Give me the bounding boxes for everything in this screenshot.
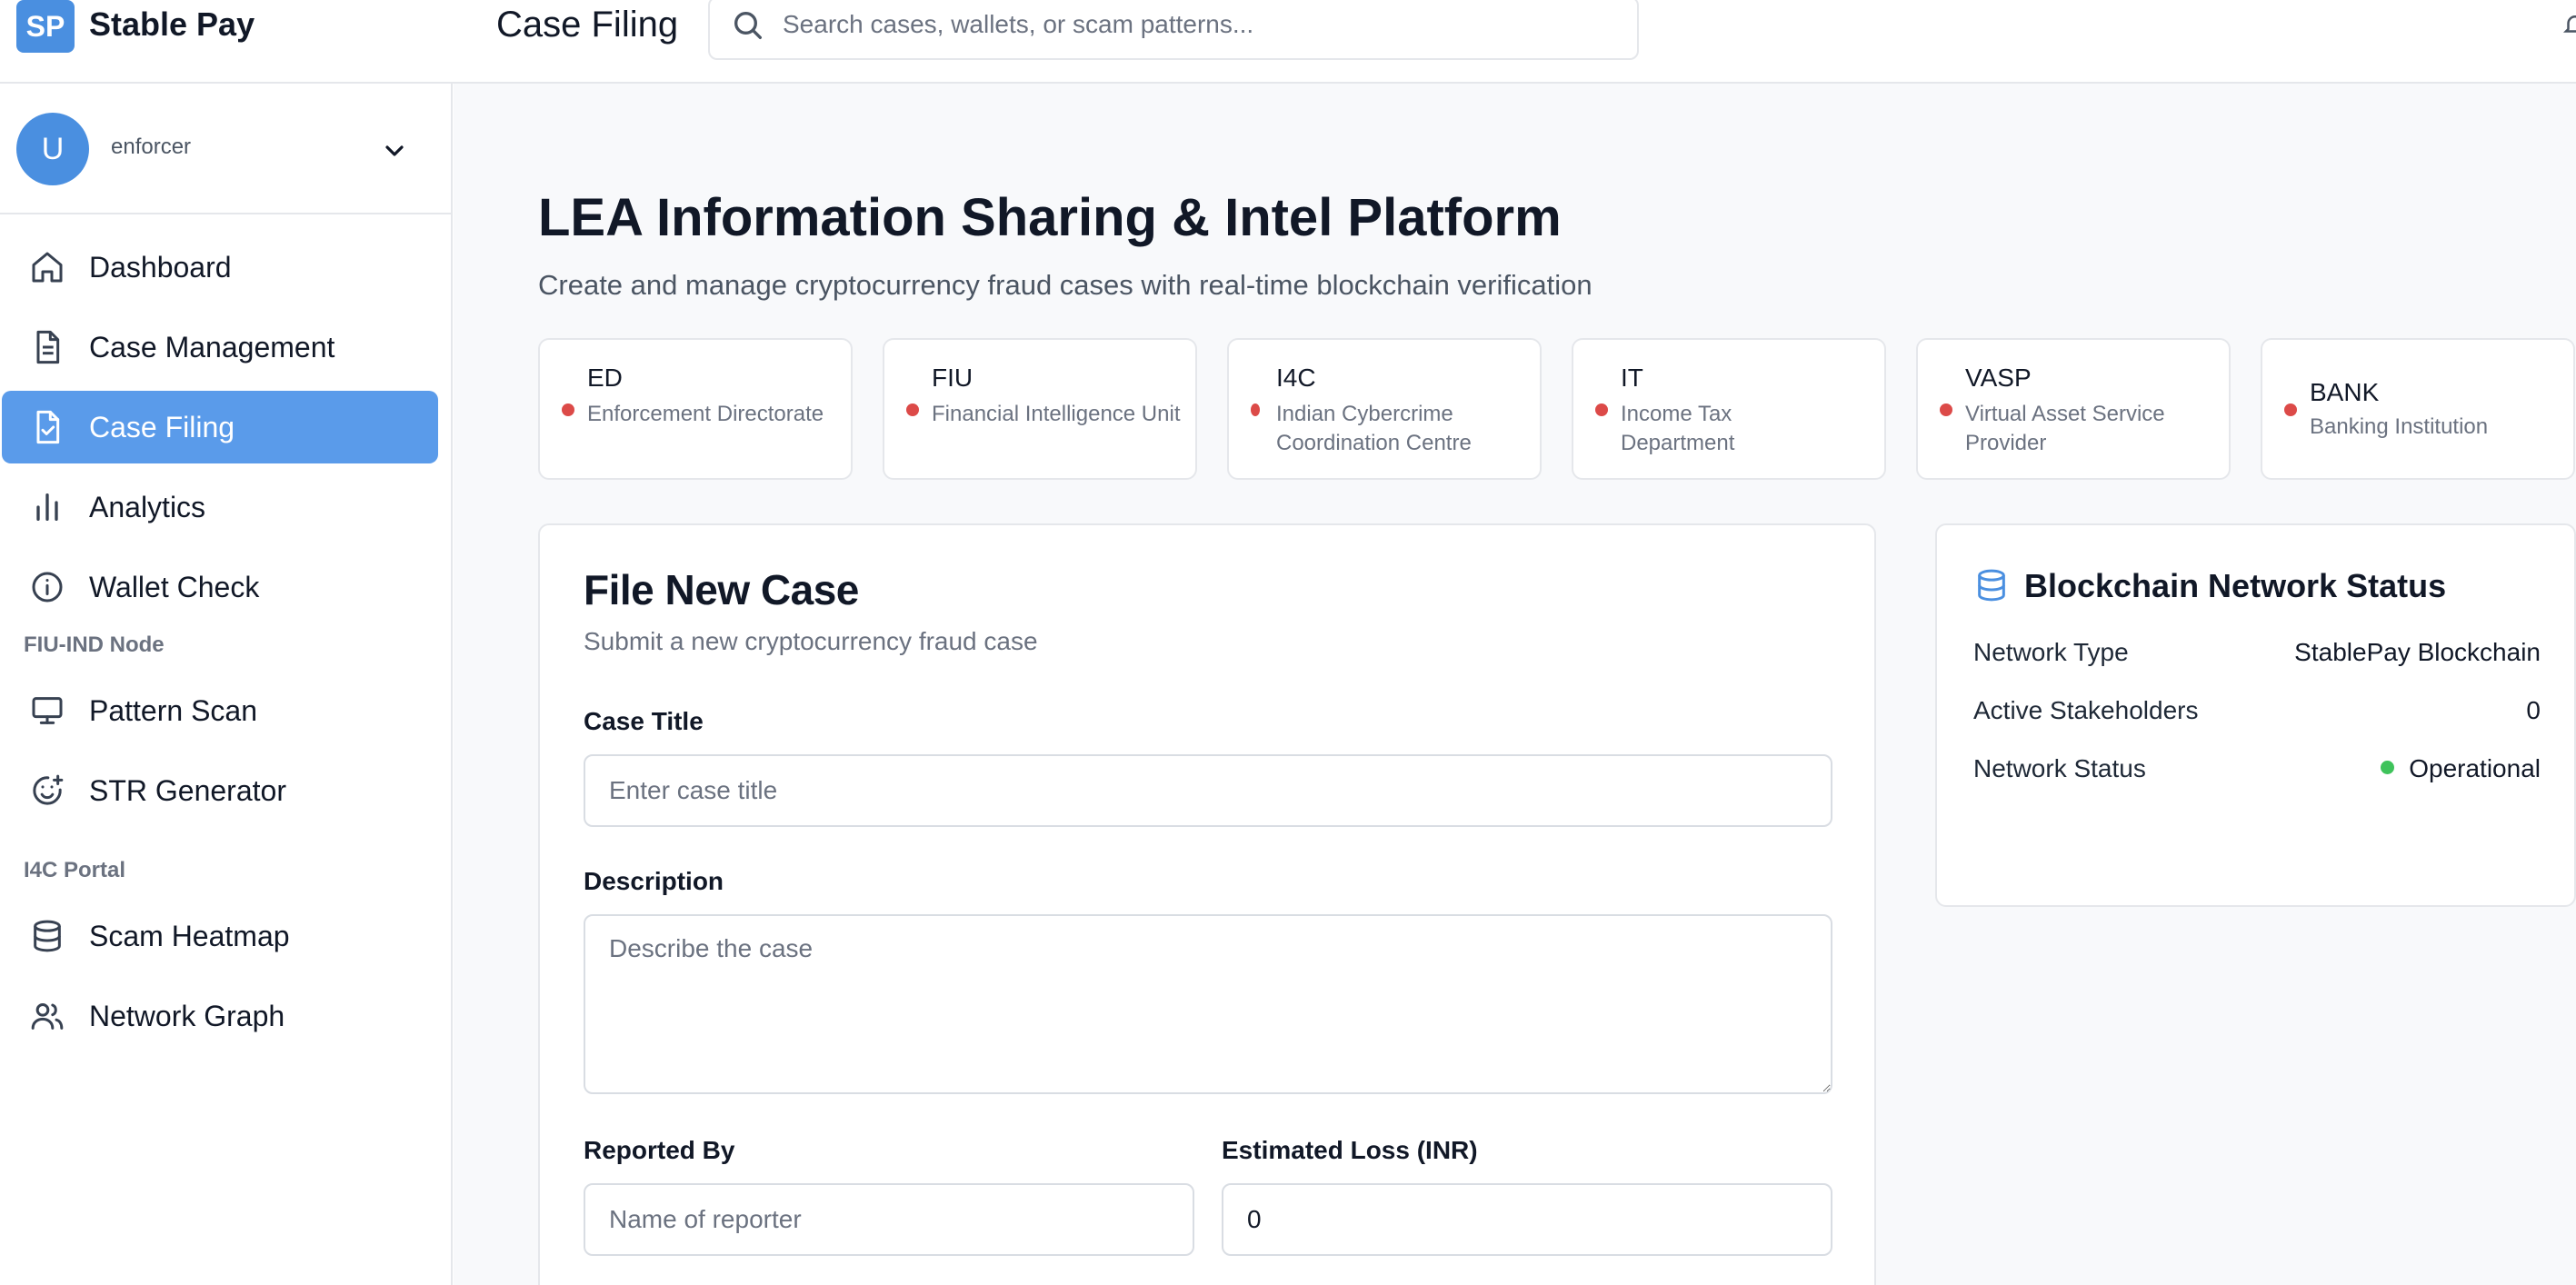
form-title: File New Case — [584, 566, 859, 613]
agency-card-ed[interactable]: ED Enforcement Directorate — [538, 338, 853, 480]
status-dot — [1940, 403, 1952, 416]
status-key: Network Type — [1973, 638, 2129, 666]
status-dot — [562, 403, 574, 416]
sidebar-item-label: Network Graph — [89, 1000, 285, 1032]
agency-code: FIU — [932, 364, 973, 392]
status-value: Operational — [2409, 754, 2541, 782]
home-icon — [32, 252, 63, 283]
file-check-icon — [36, 410, 60, 444]
status-value: 0 — [2526, 696, 2541, 724]
file-case-form: File New Case Submit a new cryptocurrenc… — [538, 523, 1876, 1285]
estimated-loss-label: Estimated Loss (INR) — [1222, 1136, 1478, 1164]
agency-name: Enforcement Directorate — [587, 402, 824, 426]
sidebar-item-label: Case Filing — [89, 411, 235, 443]
page-title: Case Filing — [496, 5, 679, 45]
sidebar-item-label: Case Management — [89, 331, 335, 364]
search-icon — [734, 12, 762, 39]
estimated-loss-input[interactable] — [1222, 1183, 1832, 1256]
agency-card-i4c[interactable]: I4C Indian Cybercrime Coordination Centr… — [1227, 338, 1542, 480]
sidebar-item-label: Scam Heatmap — [89, 920, 290, 952]
status-value: StablePay Blockchain — [2294, 638, 2541, 666]
case-title-label: Case Title — [584, 707, 704, 735]
blockchain-status-card: Blockchain Network Status Network Type S… — [1935, 523, 2576, 907]
agency-code: IT — [1621, 364, 1643, 392]
section-label-i4c: I4C Portal — [24, 858, 126, 882]
case-title-input[interactable] — [584, 754, 1832, 827]
sidebar-item-label: Pattern Scan — [89, 694, 257, 727]
monitor-icon — [32, 697, 63, 724]
agency-card-bank[interactable]: BANK Banking Institution — [2261, 338, 2575, 480]
sidebar-item-label: Dashboard — [89, 251, 232, 284]
status-dot — [1595, 403, 1608, 416]
app-logo[interactable]: SP — [16, 0, 75, 53]
status-dot — [2284, 403, 2297, 416]
sidebar-item-case-management[interactable]: Case Management — [2, 311, 438, 384]
sidebar-item-label: STR Generator — [89, 774, 286, 807]
agency-code: VASP — [1965, 364, 2032, 392]
agency-card-fiu[interactable]: FIU Financial Intelligence Unit — [883, 338, 1197, 480]
status-row-network-type: Network Type StablePay Blockchain — [1973, 638, 2541, 674]
agency-name: Banking Institution — [2310, 414, 2489, 439]
agency-name: Income Tax Department — [1621, 402, 1735, 455]
sidebar-item-label: Analytics — [89, 491, 206, 523]
status-key: Network Status — [1973, 754, 2146, 782]
agency-name: Virtual Asset Service Provider — [1965, 402, 2165, 455]
document-icon — [36, 330, 60, 364]
username: enforcer — [111, 134, 192, 159]
agency-name: Financial Intelligence Unit — [932, 402, 1181, 426]
main-content: LEA Information Sharing & Intel Platform… — [454, 84, 2576, 1285]
sidebar-item-case-filing[interactable]: Case Filing — [2, 391, 438, 463]
section-label-fiu: FIU-IND Node — [24, 633, 165, 657]
app-name: Stable Pay — [89, 5, 255, 43]
users-icon — [31, 1003, 64, 1030]
agency-code: ED — [587, 364, 623, 392]
search-box — [708, 0, 1639, 60]
sidebar-item-analytics[interactable]: Analytics — [2, 471, 438, 543]
top-header: SP Stable Pay Case Filing — [0, 0, 2576, 84]
status-dot — [906, 403, 919, 416]
reported-by-input[interactable] — [584, 1183, 1194, 1256]
smile-plus-icon — [33, 774, 64, 805]
sidebar-item-scam-heatmap[interactable]: Scam Heatmap — [2, 900, 438, 972]
database-icon — [34, 920, 61, 952]
sidebar-item-str-generator[interactable]: STR Generator — [2, 754, 438, 827]
status-row-network-status: Network Status Operational — [1973, 754, 2541, 791]
bar-chart-icon — [36, 493, 58, 521]
sidebar-item-wallet-check[interactable]: Wallet Check — [2, 551, 438, 623]
agency-card-vasp[interactable]: VASP Virtual Asset Service Provider — [1916, 338, 2231, 480]
chevron-down-icon[interactable] — [380, 136, 409, 165]
agency-code: BANK — [2310, 378, 2380, 406]
main-title: LEA Information Sharing & Intel Platform — [538, 188, 1562, 247]
description-label: Description — [584, 867, 724, 895]
agency-name: Indian Cybercrime Coordination Centre — [1276, 402, 1472, 455]
sidebar-item-pattern-scan[interactable]: Pattern Scan — [2, 674, 438, 747]
reported-by-label: Reported By — [584, 1136, 735, 1164]
database-icon — [1978, 569, 2005, 602]
main-subtitle: Create and manage cryptocurrency fraud c… — [538, 269, 1593, 301]
operational-dot — [2381, 761, 2395, 774]
status-key: Active Stakeholders — [1973, 696, 2199, 724]
notification-bell-icon[interactable] — [2561, 11, 2576, 38]
status-dot — [1251, 403, 1260, 416]
info-circle-icon — [32, 572, 63, 603]
description-textarea[interactable] — [584, 914, 1832, 1094]
search-input[interactable] — [783, 4, 1619, 45]
sidebar-item-label: Wallet Check — [89, 571, 260, 603]
user-menu[interactable]: U enforcer — [0, 84, 453, 214]
sidebar: U enforcer Dashboard Case Management Cas… — [0, 84, 453, 1285]
agency-code: I4C — [1276, 364, 1316, 392]
status-value-wrap: Operational — [2381, 754, 2541, 783]
status-card-title: Blockchain Network Status — [2024, 567, 2447, 604]
sidebar-item-network-graph[interactable]: Network Graph — [2, 980, 438, 1052]
sidebar-item-dashboard[interactable]: Dashboard — [2, 231, 438, 304]
avatar[interactable]: U — [16, 113, 89, 185]
status-row-active-stakeholders: Active Stakeholders 0 — [1973, 696, 2541, 732]
form-subtitle: Submit a new cryptocurrency fraud case — [584, 627, 1038, 655]
agency-card-it[interactable]: IT Income Tax Department — [1572, 338, 1886, 480]
